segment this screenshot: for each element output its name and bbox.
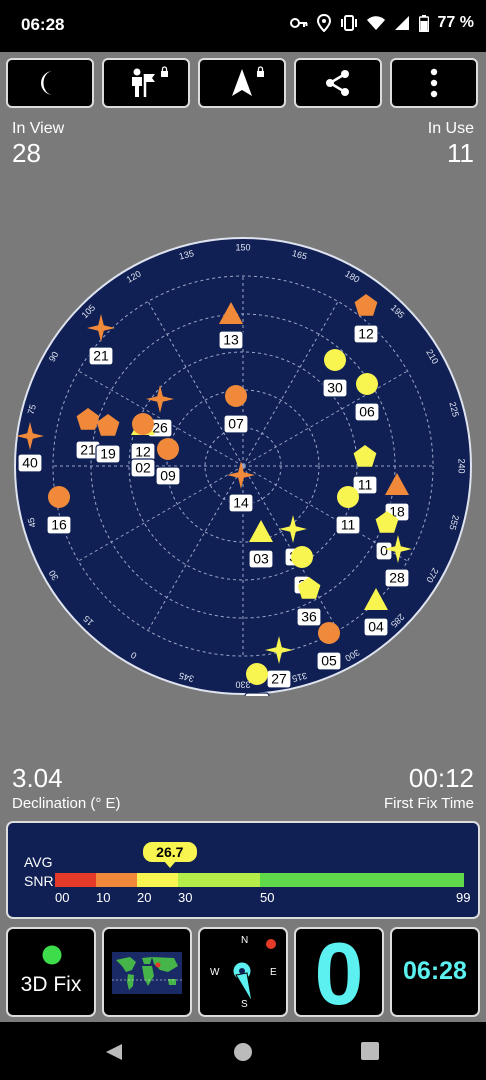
satellite-id: 03 [253,551,269,567]
in-use-count: 11 [447,138,474,168]
satellite-circle [318,622,340,644]
snr-panel: AVG SNR 26.7 00 10 20 30 50 99 [6,821,480,919]
fix-indicator-icon [42,945,62,965]
recents-icon[interactable] [361,1042,379,1060]
status-icons: 77 % [289,14,474,32]
compass-dial: N E S W [200,929,286,1015]
satellite-circle [48,486,70,508]
satellite-id: 13 [223,332,239,348]
first-fix-value: 00:12 [408,763,474,793]
share-icon [326,70,349,96]
navigate-button[interactable] [198,58,286,108]
battery-icon [418,14,429,32]
declination-label: Declination (° E) [12,795,121,812]
satellite-circle [356,373,378,395]
satellite-circle [337,486,359,508]
satellite-circle [291,546,313,568]
fix-status-tile[interactable]: 3D Fix [6,927,96,1017]
satellite-id: 0 [380,543,388,559]
battery-percent: 77 % [437,14,474,31]
satellite-id: 09 [160,468,176,484]
status-bar: 06:28 77 % [0,0,486,52]
back-icon[interactable] [104,1042,124,1062]
vibrate-icon [340,15,357,31]
location-pin-icon [316,14,331,32]
person-flag-icon [132,66,168,97]
snr-tick-label: 00 [55,890,70,905]
used-count-tile[interactable]: 0 [294,924,384,1023]
first-fix-label: First Fix Time [384,795,474,812]
snr-label: SNR [24,873,54,889]
satellite-id: 14 [233,495,249,511]
satellite-circle [157,438,179,460]
more-vert-icon [430,68,438,98]
azimuth-label: 330 [235,680,250,690]
satellite-id: 06 [359,404,375,420]
satellite-id: 16 [51,517,67,533]
satellite-id: 12 [135,444,151,460]
world-map-tile[interactable] [102,927,192,1017]
compass-north-label: N [241,935,249,946]
satellite-circle [324,349,346,371]
snr-gradient-bar [55,873,464,887]
signal-icon [394,16,409,30]
declination-value: 3.04 [12,763,63,793]
satellite-circle [132,413,154,435]
share-button[interactable] [294,58,382,108]
compass-tile[interactable]: N E S W [198,927,288,1017]
satellite-id: 02 [135,460,151,476]
key-icon [289,18,308,28]
fix-status-label: 3D Fix [20,973,82,996]
world-map-icon [112,952,182,994]
satellite-id: 27 [271,671,287,687]
compass-east-label: E [270,967,277,978]
wifi-icon [366,15,385,30]
north-marker-icon [266,939,276,949]
azimuth-label: 150 [235,242,250,252]
sky-plot: 1501651801952102252402552702853003153303… [14,237,472,696]
in-view-count: 28 [12,138,41,168]
status-time: 06:28 [21,15,65,34]
map-marker-button[interactable] [102,58,190,108]
satellite-id: 05 [321,653,337,669]
night-mode-button[interactable] [6,58,94,108]
satellite-id: 11 [358,477,373,493]
satellite-id: 26 [152,420,168,436]
snr-tick-label: 10 [96,890,111,905]
satellite-id: 40 [22,455,38,471]
avg-snr-badge: 26.7 [142,842,197,868]
satellite-id: 28 [389,570,405,586]
compass-west-label: W [210,967,220,978]
in-view-label: In View [12,120,65,137]
snr-tick-label: 99 [456,890,471,905]
satellite-id: 29 [249,694,265,696]
moon-icon [41,71,53,95]
navigation-arrow-icon [232,66,264,96]
satellite-id: 30 [327,380,343,396]
clock-tile[interactable]: 06:28 [390,927,480,1017]
satellite-id: 07 [228,416,244,432]
avg-snr-value: 26.7 [156,844,184,860]
satellite-id: 11 [341,517,356,533]
azimuth-label: 240 [457,458,467,473]
home-icon[interactable] [233,1042,253,1062]
snr-tick-label: 20 [137,890,152,905]
satellite-circle [246,663,268,685]
in-use-label: In Use [427,120,474,137]
snr-tick-label: 30 [178,890,193,905]
satellite-id: 36 [301,609,317,625]
satellite-id: 19 [100,446,116,462]
snr-tick-label: 50 [260,890,275,905]
navigation-bar [0,1022,486,1080]
satellite-id: 12 [358,326,374,342]
avg-label: AVG [24,854,53,870]
satellite-id: 21 [93,348,109,364]
clock-value: 06:28 [403,957,467,985]
satellite-id: 21 [80,442,96,458]
satellite-id: 04 [368,619,384,635]
satellite-circle [225,385,247,407]
used-count-value: 0 [314,924,364,1023]
overflow-menu-button[interactable] [390,58,478,108]
compass-needle-icon [232,961,253,1003]
